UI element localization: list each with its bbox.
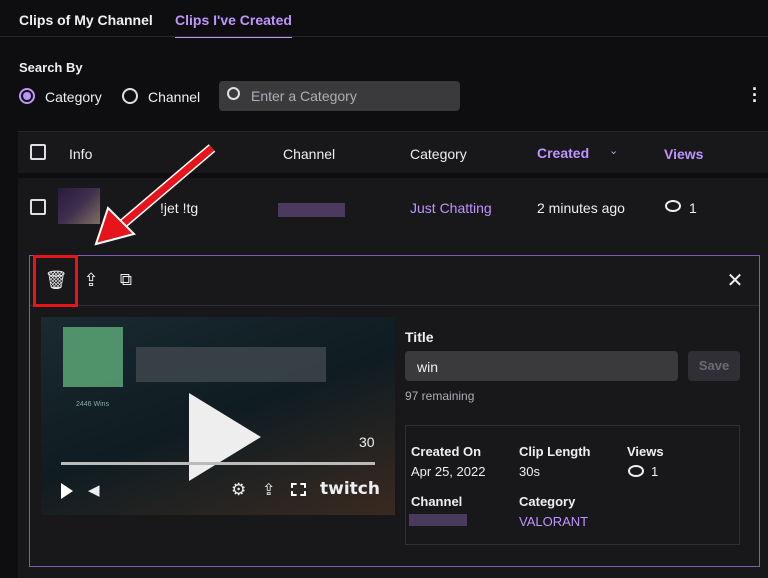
search-placeholder: Enter a Category — [251, 88, 357, 104]
more-options-icon[interactable]: · · · — [752, 80, 758, 110]
progress-bar[interactable] — [61, 462, 375, 465]
row-views: 1 — [689, 200, 697, 216]
blurred-overlay — [63, 327, 123, 387]
header-info: Info — [69, 146, 93, 162]
detail-toolbar-divider — [30, 305, 759, 306]
sort-chevron-down-icon[interactable]: ⌄ — [609, 144, 618, 157]
created-on-label: Created On — [411, 444, 482, 459]
remaining-chars: 97 remaining — [405, 389, 475, 403]
eye-icon — [628, 465, 644, 477]
radio-channel[interactable] — [122, 88, 138, 104]
header-created[interactable]: Created — [537, 145, 589, 161]
share-icon[interactable]: ⇪ — [262, 480, 275, 500]
channel-label: Channel — [411, 494, 463, 509]
category-label: Category — [519, 494, 576, 509]
eye-icon — [665, 200, 681, 212]
tab-clips-ive-created[interactable]: Clips I've Created — [175, 12, 292, 38]
header-channel[interactable]: Channel — [283, 146, 335, 162]
search-by-label: Search By — [19, 60, 83, 75]
title-input-value: win — [417, 359, 439, 375]
views-label: Views — [627, 444, 664, 459]
share-upload-icon[interactable]: ⇪ — [79, 268, 103, 292]
radio-category-label: Category — [45, 89, 102, 105]
channel-name-blurred — [278, 203, 345, 217]
annotation-highlight-box — [33, 255, 78, 307]
volume-icon[interactable]: ◀ — [88, 481, 100, 499]
divider — [0, 36, 768, 37]
row-category-link[interactable]: Just Chatting — [410, 200, 492, 216]
video-counter: 30 — [359, 434, 375, 450]
annotation-arrow — [94, 144, 216, 246]
header-views[interactable]: Views — [664, 146, 703, 162]
save-button[interactable]: Save — [688, 351, 740, 381]
views-value: 1 — [651, 464, 659, 479]
settings-gear-icon[interactable]: ⚙ — [231, 480, 246, 500]
twitch-logo[interactable]: twitch — [320, 479, 380, 499]
header-category[interactable]: Category — [410, 146, 467, 162]
play-big-icon[interactable] — [189, 393, 261, 481]
category-search-input[interactable]: Enter a Category — [219, 81, 460, 111]
title-label: Title — [405, 329, 434, 345]
row-created: 2 minutes ago — [537, 200, 625, 216]
category-link[interactable]: VALORANT — [519, 514, 588, 529]
open-external-icon[interactable]: ⧉ — [114, 268, 138, 292]
fullscreen-icon[interactable] — [291, 483, 306, 496]
overlay-text: 2446 Wins — [76, 401, 110, 408]
radio-channel-label: Channel — [148, 89, 201, 105]
radio-category[interactable] — [19, 88, 35, 104]
blurred-overlay-text — [136, 347, 326, 382]
title-input[interactable]: win — [405, 351, 678, 381]
select-all-checkbox[interactable] — [30, 144, 46, 160]
search-icon — [227, 87, 240, 100]
tab-clips-of-my-channel[interactable]: Clips of My Channel — [19, 12, 153, 28]
video-player[interactable]: 2446 Wins 30 ◀ ⚙ ⇪ twitch — [41, 317, 395, 515]
clip-length-value: 30s — [519, 464, 540, 479]
play-icon[interactable] — [61, 483, 73, 499]
row-checkbox[interactable] — [30, 199, 46, 215]
channel-value-blurred[interactable] — [409, 514, 467, 526]
clip-length-label: Clip Length — [519, 444, 591, 459]
close-icon[interactable]: ✕ — [723, 268, 747, 292]
created-on-value: Apr 25, 2022 — [411, 464, 486, 479]
